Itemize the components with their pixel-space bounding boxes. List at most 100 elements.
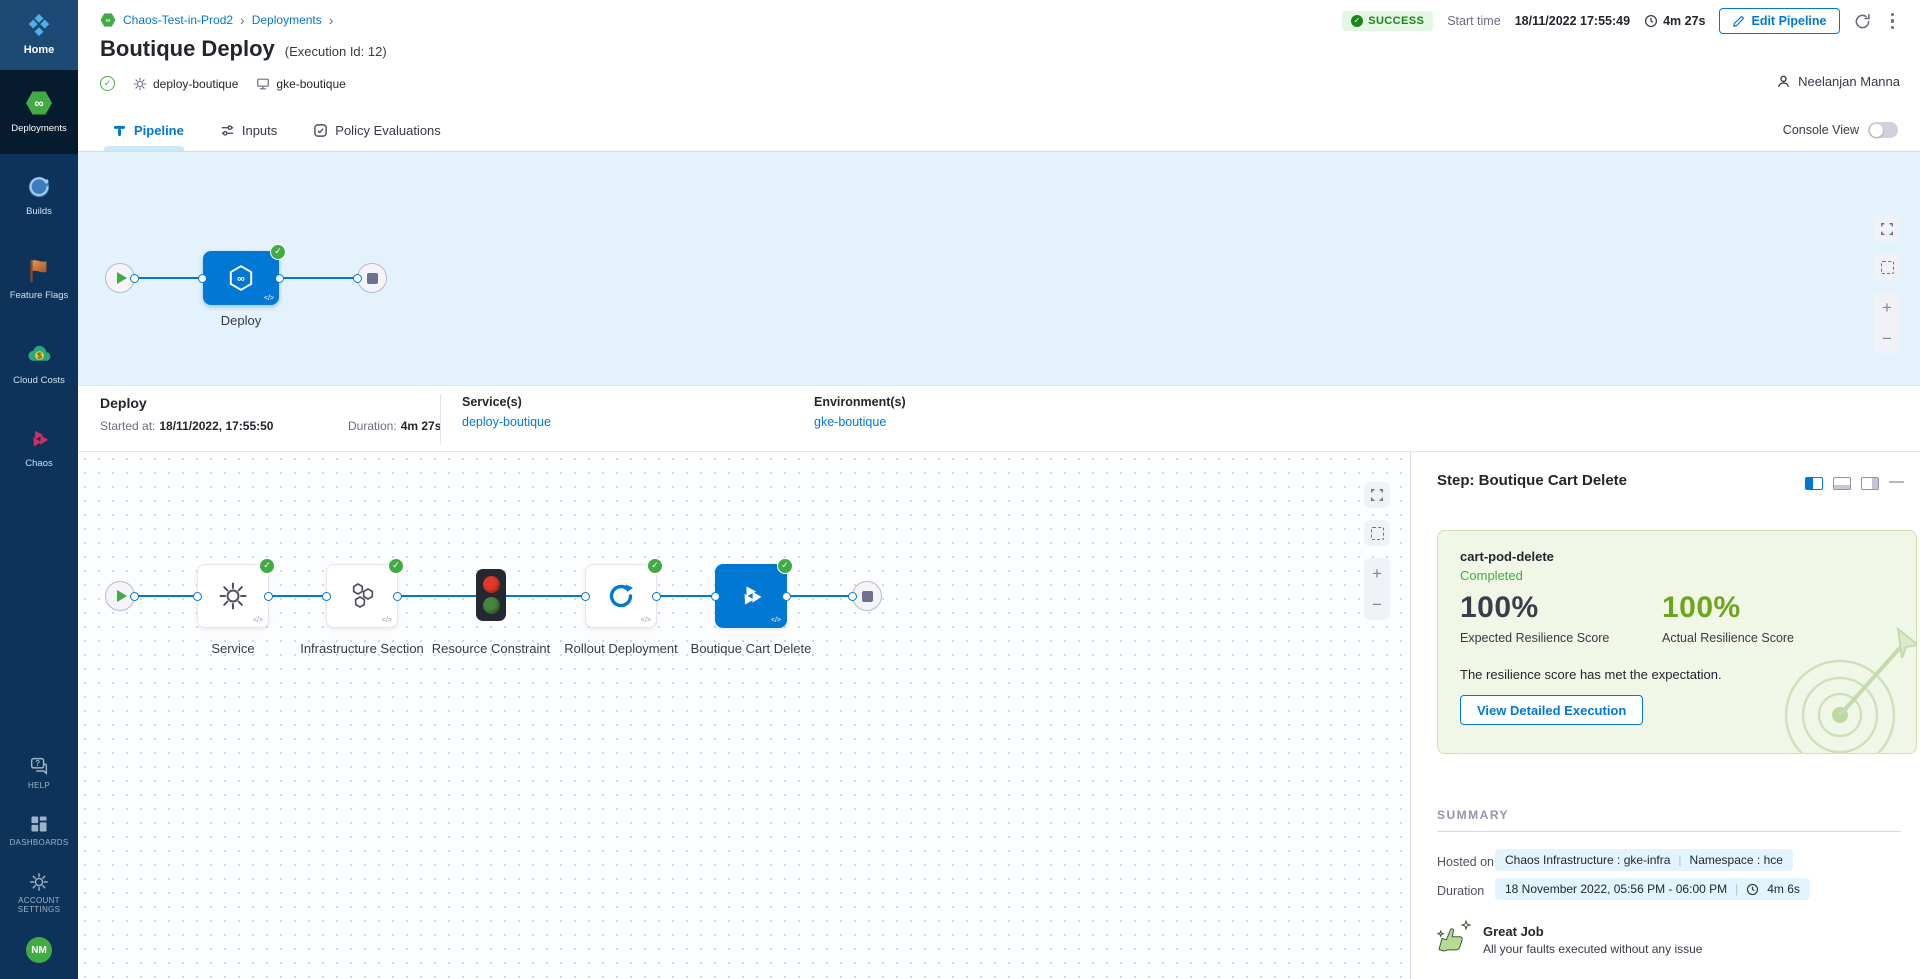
connector-port — [711, 592, 720, 601]
chip-infrastructure: Chaos Infrastructure : gke-infra — [1505, 853, 1670, 867]
stage-pipeline-canvas[interactable]: ∞ </> Deploy + − — [78, 152, 1920, 385]
sidebar-item-label: DASHBOARDS — [9, 838, 68, 848]
fullscreen-button[interactable] — [1874, 216, 1900, 242]
sidebar-item-chaos[interactable]: Chaos — [0, 406, 78, 490]
zoom-in-button[interactable]: + — [1364, 558, 1390, 589]
svg-text:$: $ — [37, 350, 42, 360]
stage-node-deploy[interactable]: ∞ </> — [203, 251, 279, 305]
tab-pipeline[interactable]: Pipeline — [112, 123, 184, 138]
actual-resilience-score: 100% — [1662, 591, 1741, 625]
tab-policy-evaluations[interactable]: Policy Evaluations — [313, 123, 441, 138]
services-label: Service(s) — [462, 395, 522, 409]
sidebar: Home ∞ Deployments Builds Feature Flags … — [0, 0, 78, 979]
stage-node-label[interactable]: Deploy — [176, 312, 306, 331]
stage-details-bar: Deploy Started at:18/11/2022, 17:55:50 D… — [78, 385, 1920, 452]
service-tag[interactable]: deploy-boutique — [133, 77, 238, 91]
sidebar-item-account-settings[interactable]: ACCOUNT SETTINGS — [0, 860, 78, 927]
marquee-icon — [1881, 261, 1894, 274]
deployments-icon: ∞ — [25, 89, 53, 117]
service-link[interactable]: deploy-boutique — [462, 415, 551, 429]
chevron-right-icon — [240, 12, 245, 28]
connector-port — [782, 592, 791, 601]
tab-inputs[interactable]: Inputs — [220, 123, 277, 138]
stop-icon — [367, 273, 378, 284]
sidebar-item-dashboards[interactable]: DASHBOARDS — [0, 802, 78, 860]
connector-port — [130, 592, 139, 601]
step-label[interactable]: Boutique Cart Delete — [686, 640, 816, 659]
service-tag-label: deploy-boutique — [153, 77, 238, 91]
fullscreen-icon — [1370, 488, 1384, 502]
zoom-out-button[interactable]: − — [1364, 589, 1390, 620]
sidebar-item-feature-flags[interactable]: Feature Flags — [0, 238, 78, 322]
minimize-panel-button[interactable]: — — [1889, 474, 1904, 492]
sidebar-item-label: Builds — [26, 206, 52, 217]
view-detailed-execution-button[interactable]: View Detailed Execution — [1460, 695, 1643, 725]
breadcrumb-project-link[interactable]: Chaos-Test-in-Prod2 — [123, 13, 233, 27]
summary-heading: SUMMARY — [1437, 808, 1901, 832]
marquee-select-button[interactable] — [1874, 254, 1900, 280]
pipeline-start-node[interactable] — [105, 263, 135, 293]
layout-split-view-button[interactable] — [1805, 477, 1823, 490]
duration-chip: 18 November 2022, 05:56 PM - 06:00 PM | … — [1495, 878, 1810, 900]
connector-port — [652, 592, 661, 601]
sidebar-item-deployments[interactable]: ∞ Deployments — [0, 70, 78, 154]
step-node-boutique-cart-delete[interactable]: </> — [715, 564, 787, 628]
play-icon — [117, 272, 127, 284]
svg-text:?: ? — [35, 759, 40, 768]
sidebar-item-home[interactable]: Home — [0, 0, 78, 70]
marquee-select-button[interactable] — [1364, 520, 1390, 546]
fullscreen-icon — [1880, 222, 1894, 236]
tab-label: Policy Evaluations — [335, 123, 441, 138]
sidebar-spacer — [0, 490, 78, 743]
page-header: ∞ Chaos-Test-in-Prod2 Deployments SUCCES… — [78, 0, 1920, 108]
step-label[interactable]: Infrastructure Section — [297, 640, 427, 659]
status-badge-label: SUCCESS — [1368, 15, 1424, 27]
step-node-service[interactable]: </> — [197, 564, 269, 628]
breadcrumb-deployments-link[interactable]: Deployments — [252, 13, 322, 27]
chevron-right-icon — [329, 12, 334, 28]
layout-bottom-view-button[interactable] — [1833, 477, 1851, 490]
step-label[interactable]: Resource Constraint — [426, 640, 556, 659]
connector-port — [581, 592, 590, 601]
code-view-mark: </> — [264, 295, 274, 302]
execution-end-node[interactable] — [852, 581, 882, 611]
pipeline-end-node[interactable] — [357, 263, 387, 293]
console-view-toggle[interactable] — [1868, 122, 1898, 138]
more-options-button[interactable] — [1885, 11, 1901, 32]
zoom-controls: + − — [1874, 292, 1900, 354]
environment-link[interactable]: gke-boutique — [814, 415, 886, 429]
user-avatar[interactable]: NM — [26, 937, 52, 963]
sidebar-item-help[interactable]: ? HELP — [0, 743, 78, 803]
edit-pipeline-button[interactable]: Edit Pipeline — [1719, 8, 1839, 34]
step-node-infrastructure[interactable]: </> — [326, 564, 398, 628]
sidebar-item-label: Feature Flags — [10, 290, 69, 301]
step-label[interactable]: Rollout Deployment — [556, 640, 686, 659]
stage-duration: Duration:4m 27s — [348, 419, 441, 433]
status-badge: SUCCESS — [1342, 11, 1433, 31]
execution-start-node[interactable] — [105, 581, 135, 611]
zoom-in-button[interactable]: + — [1874, 292, 1900, 323]
environment-tag[interactable]: gke-boutique — [256, 77, 345, 91]
builds-icon — [26, 174, 52, 200]
step-node-resource-constraint[interactable] — [476, 569, 506, 621]
user-name: Neelanjan Manna — [1798, 74, 1900, 89]
zoom-out-button[interactable]: − — [1874, 323, 1900, 354]
sidebar-item-cloud-costs[interactable]: $ Cloud Costs — [0, 322, 78, 406]
refresh-button[interactable] — [1854, 13, 1871, 30]
fullscreen-button[interactable] — [1364, 482, 1390, 508]
sidebar-item-builds[interactable]: Builds — [0, 154, 78, 238]
title-row: Boutique Deploy (Execution Id: 12) — [100, 36, 387, 62]
code-view-mark: </> — [253, 617, 263, 624]
expected-resilience-score: 100% — [1460, 591, 1539, 625]
user-chip[interactable]: Neelanjan Manna — [1776, 74, 1900, 89]
step-node-rollout-deployment[interactable]: </> — [585, 564, 657, 628]
layout-right-view-button[interactable] — [1861, 477, 1879, 490]
tag-row: deploy-boutique gke-boutique — [100, 76, 346, 91]
step-label[interactable]: Service — [168, 640, 298, 659]
execution-graph-canvas[interactable]: </> </> </> — [78, 452, 1410, 979]
connector-port — [393, 592, 402, 601]
chip-divider: | — [1735, 882, 1738, 896]
edit-pipeline-label: Edit Pipeline — [1751, 14, 1826, 28]
resilience-message: The resilience score has met the expecta… — [1460, 667, 1722, 682]
success-badge-icon — [777, 558, 793, 574]
